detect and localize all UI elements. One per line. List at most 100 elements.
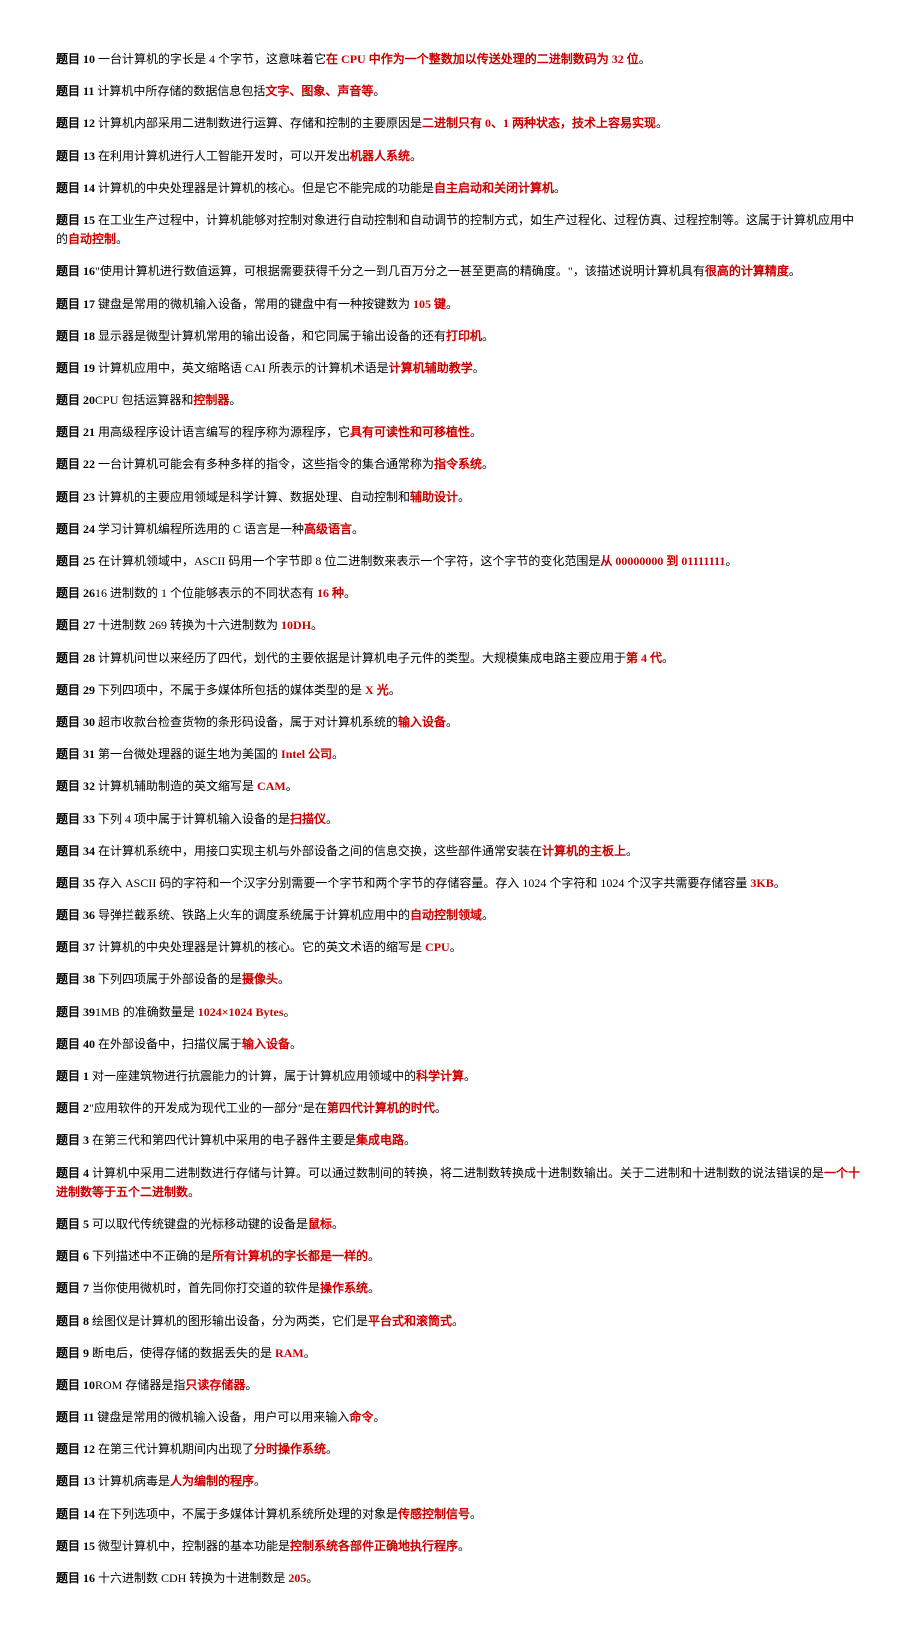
question-item: 题目 37 计算机的中央处理器是计算机的核心。它的英文术语的缩写是 CPU。 xyxy=(56,938,864,957)
question-item: 题目 13 计算机病毒是人为编制的程序。 xyxy=(56,1472,864,1491)
question-item: 题目 11 键盘是常用的微机输入设备，用户可以用来输入命令。 xyxy=(56,1408,864,1427)
question-label: 题目 6 xyxy=(56,1249,89,1263)
question-text: 计算机内部采用二进制数进行运算、存储和控制的主要原因是 xyxy=(95,116,422,130)
question-suffix: 。 xyxy=(304,1346,316,1360)
question-item: 题目 38 下列四项属于外部设备的是摄像头。 xyxy=(56,970,864,989)
question-text: 16 进制数的 1 个位能够表示的不同状态有 xyxy=(95,586,314,600)
question-suffix: 。 xyxy=(656,116,668,130)
answer-text: 控制系统各部件正确地执行程序 xyxy=(290,1539,458,1553)
question-text: 计算机的中央处理器是计算机的核心。但是它不能完成的功能是 xyxy=(95,181,434,195)
answer-text: 鼠标 xyxy=(308,1217,332,1231)
question-text: 可以取代传统键盘的光标移动键的设备是 xyxy=(89,1217,308,1231)
question-label: 题目 20 xyxy=(56,393,95,407)
question-suffix: 。 xyxy=(326,812,338,826)
answer-text: 分时操作系统 xyxy=(254,1442,326,1456)
answer-text: 人为编制的程序 xyxy=(170,1474,254,1488)
answer-text: 输入设备 xyxy=(398,715,446,729)
question-suffix: 。 xyxy=(482,457,494,471)
question-label: 题目 36 xyxy=(56,908,95,922)
question-label: 题目 1 xyxy=(56,1069,89,1083)
answer-text: 3KB xyxy=(747,876,773,890)
question-suffix: 。 xyxy=(373,1410,385,1424)
question-suffix: 。 xyxy=(404,1133,416,1147)
question-text: 在外部设备中，扫描仪属于 xyxy=(95,1037,242,1051)
question-text: 绘图仪是计算机的图形输出设备，分为两类，它们是 xyxy=(89,1314,368,1328)
answer-text: 具有可读性和可移植性 xyxy=(350,425,470,439)
question-suffix: 。 xyxy=(332,1217,344,1231)
answer-text: 只读存储器 xyxy=(185,1378,245,1392)
answer-text: 自动控制 xyxy=(68,232,116,246)
answer-text: 在 CPU 中作为一个整数加以传送处理的二进制数码为 32 位 xyxy=(326,52,639,66)
question-item: 题目 24 学习计算机编程所选用的 C 语言是一种高级语言。 xyxy=(56,520,864,539)
question-text: 导弹拦截系统、铁路上火车的调度系统属于计算机应用中的 xyxy=(95,908,410,922)
question-label: 题目 23 xyxy=(56,490,95,504)
question-text: 十进制数 269 转换为十六进制数为 xyxy=(95,618,278,632)
question-suffix: 。 xyxy=(278,972,290,986)
question-label: 题目 37 xyxy=(56,940,95,954)
question-text: 计算机问世以来经历了四代，划代的主要依据是计算机电子元件的类型。大规模集成电路主… xyxy=(95,651,626,665)
answer-text: 传感控制信号 xyxy=(398,1507,470,1521)
question-text: 一台计算机的字长是 4 个字节，这意味着它 xyxy=(95,52,326,66)
question-item: 题目 17 键盘是常用的微机输入设备，常用的键盘中有一种按键数为 105 键。 xyxy=(56,295,864,314)
question-suffix: 。 xyxy=(626,844,638,858)
question-label: 题目 16 xyxy=(56,264,95,278)
question-item: 题目 5 可以取代传统键盘的光标移动键的设备是鼠标。 xyxy=(56,1215,864,1234)
question-item: 题目 2616 进制数的 1 个位能够表示的不同状态有 16 种。 xyxy=(56,584,864,603)
answer-text: 所有计算机的字长都是一样的 xyxy=(212,1249,368,1263)
answer-text: 第 4 代 xyxy=(626,651,662,665)
answer-text: 很高的计算精度 xyxy=(705,264,789,278)
question-item: 题目 9 断电后，使得存储的数据丢失的是 RAM。 xyxy=(56,1344,864,1363)
question-text: 计算机中采用二进制数进行存储与计算。可以通过数制间的转换，将二进制数转换成十进制… xyxy=(89,1166,824,1180)
question-text: "使用计算机进行数值运算，可根据需要获得千分之一到几百万分之一甚至更高的精确度。… xyxy=(95,264,705,278)
question-text: 在下列选项中，不属于多媒体计算机系统所处理的对象是 xyxy=(95,1507,398,1521)
question-label: 题目 5 xyxy=(56,1217,89,1231)
question-label: 题目 40 xyxy=(56,1037,95,1051)
question-item: 题目 35 存入 ASCII 码的字符和一个汉字分别需要一个字节和两个字节的存储… xyxy=(56,874,864,893)
question-suffix: 。 xyxy=(368,1281,380,1295)
question-suffix: 。 xyxy=(470,1507,482,1521)
question-text: 断电后，使得存储的数据丢失的是 xyxy=(89,1346,272,1360)
question-item: 题目 15 微型计算机中，控制器的基本功能是控制系统各部件正确地执行程序。 xyxy=(56,1537,864,1556)
question-label: 题目 39 xyxy=(56,1005,95,1019)
answer-text: 计算机的主板上 xyxy=(542,844,626,858)
question-suffix: 。 xyxy=(286,779,298,793)
question-label: 题目 15 xyxy=(56,1539,95,1553)
question-text: 计算机辅助制造的英文缩写是 xyxy=(95,779,254,793)
question-text: 在第三代和第四代计算机中采用的电子器件主要是 xyxy=(89,1133,356,1147)
question-item: 题目 36 导弹拦截系统、铁路上火车的调度系统属于计算机应用中的自动控制领域。 xyxy=(56,906,864,925)
answer-text: 105 键 xyxy=(410,297,446,311)
answer-text: 指令系统 xyxy=(434,457,482,471)
question-label: 题目 25 xyxy=(56,554,95,568)
answer-text: 机器人系统 xyxy=(350,149,410,163)
question-label: 题目 13 xyxy=(56,149,95,163)
question-label: 题目 12 xyxy=(56,1442,95,1456)
question-text: 在工业生产过程中，计算机能够对控制对象进行自动控制和自动调节的控制方式，如生产过… xyxy=(56,213,854,246)
answer-text: 打印机 xyxy=(446,329,482,343)
question-label: 题目 27 xyxy=(56,618,95,632)
question-label: 题目 10 xyxy=(56,1378,95,1392)
question-suffix: 。 xyxy=(482,329,494,343)
answer-text: 文字、图象、声音等 xyxy=(265,84,373,98)
question-suffix: 。 xyxy=(482,908,494,922)
question-text: 计算机的主要应用领域是科学计算、数据处理、自动控制和 xyxy=(95,490,410,504)
question-suffix: 。 xyxy=(774,876,786,890)
question-text: 当你使用微机时，首先同你打交道的软件是 xyxy=(89,1281,320,1295)
question-label: 题目 35 xyxy=(56,876,95,890)
question-item: 题目 25 在计算机领域中，ASCII 码用一个字节即 8 位二进制数来表示一个… xyxy=(56,552,864,571)
answer-text: Intel 公司 xyxy=(278,747,332,761)
question-suffix: 。 xyxy=(332,747,344,761)
question-item: 题目 21 用高级程序设计语言编写的程序称为源程序，它具有可读性和可移植性。 xyxy=(56,423,864,442)
question-item: 题目 34 在计算机系统中，用接口实现主机与外部设备之间的信息交换，这些部件通常… xyxy=(56,842,864,861)
question-text: 存入 ASCII 码的字符和一个汉字分别需要一个字节和两个字节的存储容量。存入 … xyxy=(95,876,747,890)
answer-text: 205 xyxy=(285,1571,306,1585)
question-item: 题目 31 第一台微处理器的诞生地为美国的 Intel 公司。 xyxy=(56,745,864,764)
question-item: 题目 14 计算机的中央处理器是计算机的核心。但是它不能完成的功能是自主启动和关… xyxy=(56,179,864,198)
question-label: 题目 13 xyxy=(56,1474,95,1488)
question-suffix: 。 xyxy=(450,940,462,954)
question-text: 键盘是常用的微机输入设备，常用的键盘中有一种按键数为 xyxy=(95,297,410,311)
question-item: 题目 12 计算机内部采用二进制数进行运算、存储和控制的主要原因是二进制只有 0… xyxy=(56,114,864,133)
question-text: 用高级程序设计语言编写的程序称为源程序，它 xyxy=(95,425,350,439)
question-suffix: 。 xyxy=(306,1571,318,1585)
question-suffix: 。 xyxy=(458,1539,470,1553)
question-suffix: 。 xyxy=(245,1378,257,1392)
